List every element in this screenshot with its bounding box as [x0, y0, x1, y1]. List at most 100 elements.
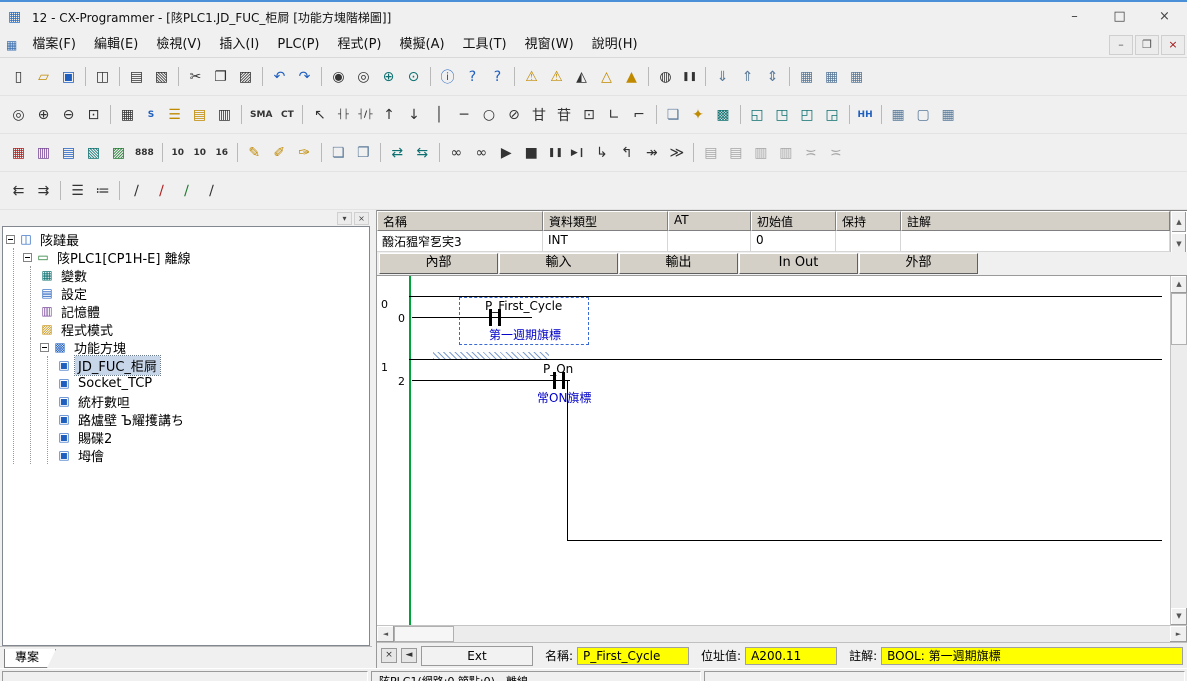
tab-in-out[interactable]: In Out [739, 253, 858, 274]
menu-program[interactable]: 程式(P) [329, 34, 391, 56]
indent-rung-icon[interactable]: ⇉ [31, 178, 56, 203]
ext-tab[interactable]: Ext [421, 646, 533, 666]
new-instruction-icon[interactable]: 甘 [527, 102, 552, 127]
menu-help[interactable]: 說明(H) [583, 34, 647, 56]
menu-simulation[interactable]: 模擬(A) [391, 34, 454, 56]
select-tool-icon[interactable]: ↖ [307, 102, 332, 127]
zoom-tool-icon[interactable]: ◎ [6, 102, 31, 127]
rung-comment-icon[interactable]: ◳ [770, 102, 795, 127]
redo-icon[interactable]: ↷ [292, 64, 317, 89]
address-ref-window-icon[interactable]: ▨ [106, 140, 131, 165]
column-header-initial-value[interactable]: 初始值 [751, 211, 836, 231]
tree-item-function-blocks[interactable]: ▩ 功能方塊 [40, 338, 369, 356]
find-address-icon[interactable]: ⊕ [376, 64, 401, 89]
cross-ref-window-icon[interactable]: ▧ [81, 140, 106, 165]
pane-close-icon[interactable]: × [354, 212, 369, 225]
cell-comment[interactable] [901, 231, 1170, 252]
window-view-1-icon[interactable]: ▦ [794, 64, 819, 89]
watch-window-icon[interactable]: ▩ [711, 102, 736, 127]
program-check-icon[interactable]: ◭ [569, 64, 594, 89]
scroll-down-icon[interactable]: ▼ [1171, 608, 1187, 625]
cross-reference-icon[interactable]: ▢ [911, 102, 936, 127]
force-on-icon[interactable]: ✐ [267, 140, 292, 165]
scroll-left-icon[interactable]: ◄ [377, 626, 394, 642]
scroll-up-icon[interactable]: ▲ [1171, 211, 1187, 233]
hex-monitor-icon[interactable]: 16 [211, 140, 233, 165]
transfer-warning-icon[interactable]: ▲ [619, 64, 644, 89]
new-horizontal-line-icon[interactable]: ─ [452, 102, 477, 127]
step-run-icon[interactable]: ▶❙ [567, 140, 589, 165]
project-window-icon[interactable]: ▦ [6, 140, 31, 165]
address-field[interactable]: A200.11 [745, 647, 837, 665]
paste-icon[interactable]: ▨ [233, 64, 258, 89]
sync-transfer-icon[interactable]: ⇆ [410, 140, 435, 165]
menu-insert[interactable]: 插入(I) [210, 34, 268, 56]
online-edit-go-icon[interactable]: ▥ [773, 140, 798, 165]
tab-internal[interactable]: 內部 [379, 253, 498, 274]
local-symbols-icon[interactable]: ▤ [187, 102, 212, 127]
close-button[interactable]: × [1142, 3, 1187, 31]
mdi-close-button[interactable]: × [1161, 35, 1185, 55]
zoom-out-icon[interactable]: ⊖ [56, 102, 81, 127]
menu-view[interactable]: 檢視(V) [147, 34, 210, 56]
print-icon[interactable]: ▤ [124, 64, 149, 89]
new-contact-icon[interactable]: ┤├ [332, 102, 354, 127]
tab-input[interactable]: 輸入 [499, 253, 618, 274]
expander-icon[interactable] [6, 235, 15, 244]
differentiate-none-icon[interactable]: ∕ [124, 178, 149, 203]
online-edit-transfer-icon[interactable]: ≍ [823, 140, 848, 165]
contact-symbol[interactable] [562, 372, 565, 389]
rung-wrap-icon[interactable]: ☰ [162, 102, 187, 127]
set-value-icon[interactable]: ✎ [242, 140, 267, 165]
new-fb-parameter-icon[interactable]: ∟ [602, 102, 627, 127]
minimize-button[interactable]: – [1052, 3, 1097, 31]
tree-item-fb-jd-fuc[interactable]: ▣ JD_FUC_柜屙 [57, 356, 369, 374]
fb-window-icon[interactable]: ❏ [661, 102, 686, 127]
outdent-rung-icon[interactable]: ⇇ [6, 178, 31, 203]
step-in-icon[interactable]: ↳ [589, 140, 614, 165]
new-pld-instruction-icon[interactable]: 苷 [552, 102, 577, 127]
new-closed-contact-icon[interactable]: ┤/├ [354, 102, 376, 127]
tree-plc-node[interactable]: ▭ 陔PLC1[CP1H-E] 離線 [23, 248, 369, 266]
output-window-icon[interactable]: ▥ [31, 140, 56, 165]
compile-check-icon[interactable]: ⚠ [519, 64, 544, 89]
library-icon[interactable]: ✦ [686, 102, 711, 127]
work-online-icon[interactable]: ◍ [653, 64, 678, 89]
tab-project[interactable]: 專案 [4, 649, 56, 668]
help-icon[interactable]: ? [460, 64, 485, 89]
context-help-icon[interactable]: ? [485, 64, 510, 89]
decimal-monitor-icon[interactable]: 10 [167, 140, 189, 165]
column-header-at[interactable]: AT [668, 211, 751, 231]
save-icon[interactable]: ▣ [56, 64, 81, 89]
compare-with-plc-icon[interactable]: ⇕ [760, 64, 785, 89]
annotation-icon[interactable]: ◰ [795, 102, 820, 127]
find-bit-icon[interactable]: ⊙ [401, 64, 426, 89]
tree-item-memory[interactable]: ▥ 記憶體 [40, 302, 369, 320]
new-contact-down-icon[interactable]: ↓ [402, 102, 427, 127]
run-simulation-icon[interactable]: ▶ [494, 140, 519, 165]
comment-field[interactable]: BOOL: 第一週期旗標 [881, 647, 1183, 665]
contact-symbol[interactable] [489, 309, 492, 326]
online-edit-send-icon[interactable]: ▤ [723, 140, 748, 165]
transfer-to-simulator-icon[interactable]: ⇄ [385, 140, 410, 165]
column-header-comment[interactable]: 註解 [901, 211, 1170, 231]
expander-icon[interactable] [23, 253, 32, 262]
step-out-icon[interactable]: ↰ [614, 140, 639, 165]
menu-edit[interactable]: 編輯(E) [85, 34, 147, 56]
menu-plc[interactable]: PLC(P) [268, 34, 328, 56]
open-file-icon[interactable]: ▱ [31, 64, 56, 89]
pane-menu-icon[interactable]: ▾ [337, 212, 352, 225]
delete-tool-icon[interactable]: ⌐ [627, 102, 652, 127]
name-field[interactable]: P_First_Cycle [577, 647, 689, 665]
new-contact-up-icon[interactable]: ↑ [377, 102, 402, 127]
tree-item-program[interactable]: ▨ 程式模式 [40, 320, 369, 338]
properties-icon[interactable]: ⓘ [435, 64, 460, 89]
scrollbar-track[interactable] [454, 626, 1170, 642]
hh-monitor-icon[interactable]: HH [854, 102, 877, 127]
online-edit-cancel-icon[interactable]: ▥ [748, 140, 773, 165]
new-vertical-line-icon[interactable]: │ [427, 102, 452, 127]
copy-icon[interactable]: ❐ [208, 64, 233, 89]
replace-icon[interactable]: ◎ [351, 64, 376, 89]
cell-retain[interactable] [836, 231, 901, 252]
tab-output[interactable]: 輸出 [619, 253, 738, 274]
